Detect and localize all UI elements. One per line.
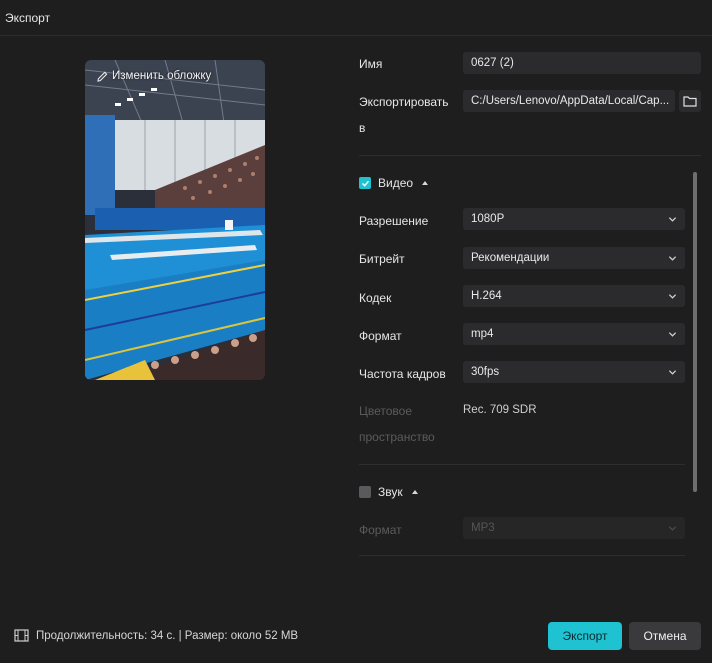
change-cover-label: Изменить обложку xyxy=(112,70,212,82)
divider xyxy=(359,155,701,156)
caret-up-icon[interactable] xyxy=(422,181,429,185)
bitrate-label: Битрейт xyxy=(359,252,405,266)
divider xyxy=(359,555,685,556)
resolution-value: 1080P xyxy=(471,213,505,225)
chevron-down-icon xyxy=(668,216,677,222)
name-input[interactable]: 0627 (2) xyxy=(463,52,701,74)
resolution-label: Разрешение xyxy=(359,214,429,228)
check-icon xyxy=(361,180,369,187)
export-button[interactable]: Экспорт xyxy=(548,622,622,650)
framerate-value: 30fps xyxy=(471,366,500,378)
caret-up-icon[interactable] xyxy=(411,490,418,494)
duration-size-text: Продолжительность: 34 с. | Размер: около… xyxy=(36,629,299,642)
title-bar: Экспорт xyxy=(0,0,712,36)
name-label: Имя xyxy=(359,57,383,71)
export-info: Продолжительность: 34 с. | Размер: около… xyxy=(14,629,298,642)
video-section-label: Видео xyxy=(378,176,414,190)
bitrate-value: Рекомендации xyxy=(471,252,550,264)
audio-format-select[interactable]: MP3 xyxy=(463,517,685,539)
export-to-label: Экспортировать xyxy=(359,95,449,109)
codec-value: H.264 xyxy=(471,290,502,302)
export-to-label-cont: в xyxy=(359,121,366,135)
video-preview[interactable] xyxy=(85,60,265,380)
format-value: mp4 xyxy=(471,328,494,340)
window-title: Экспорт xyxy=(5,11,51,25)
bitrate-select[interactable]: Рекомендации xyxy=(463,247,685,269)
audio-checkbox[interactable] xyxy=(359,486,371,498)
resolution-select[interactable]: 1080P xyxy=(463,208,685,230)
codec-label: Кодек xyxy=(359,291,392,305)
video-checkbox[interactable] xyxy=(359,177,371,189)
folder-icon xyxy=(683,96,697,107)
audio-section-label: Звук xyxy=(378,485,403,499)
divider xyxy=(359,464,685,465)
pencil-icon xyxy=(97,71,108,82)
preview-image xyxy=(85,60,265,380)
chevron-down-icon xyxy=(668,369,677,375)
export-path-input[interactable]: C:/Users/Lenovo/AppData/Local/Cap... xyxy=(463,90,675,112)
format-label: Формат xyxy=(359,329,402,343)
chevron-down-icon xyxy=(668,255,677,261)
export-path-value: C:/Users/Lenovo/AppData/Local/Cap... xyxy=(471,95,670,107)
format-select[interactable]: mp4 xyxy=(463,323,685,345)
colorspace-value: Rec. 709 SDR xyxy=(463,404,537,416)
browse-folder-button[interactable] xyxy=(679,90,701,112)
chevron-down-icon xyxy=(668,293,677,299)
settings-scrollbar[interactable] xyxy=(693,172,697,492)
colorspace-label-cont: пространство xyxy=(359,430,435,444)
codec-select[interactable]: H.264 xyxy=(463,285,685,307)
chevron-down-icon xyxy=(668,525,677,531)
name-input-value: 0627 (2) xyxy=(471,57,514,69)
change-cover-button[interactable]: Изменить обложку xyxy=(97,70,211,82)
framerate-label: Частота кадров xyxy=(359,367,446,381)
video-section-toggle[interactable]: Видео xyxy=(359,176,429,190)
cancel-button[interactable]: Отмена xyxy=(629,622,701,650)
framerate-select[interactable]: 30fps xyxy=(463,361,685,383)
film-icon xyxy=(14,629,29,642)
audio-format-value: MP3 xyxy=(471,522,495,534)
colorspace-label: Цветовое xyxy=(359,404,413,418)
audio-section-toggle[interactable]: Звук xyxy=(359,485,418,499)
chevron-down-icon xyxy=(668,331,677,337)
audio-format-label: Формат xyxy=(359,523,402,537)
